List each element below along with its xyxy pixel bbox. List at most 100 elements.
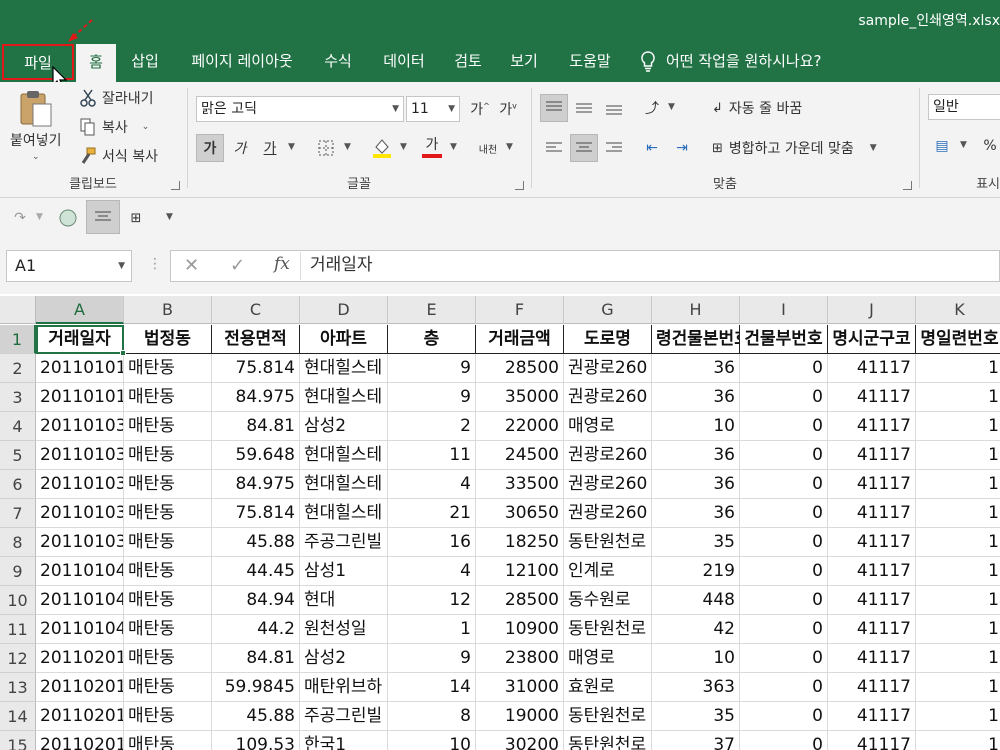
table-cell[interactable]: 0 xyxy=(740,383,828,412)
table-cell[interactable]: 주공그린빌 xyxy=(300,702,388,731)
underline-button[interactable]: 가 xyxy=(256,134,284,162)
font-launcher-icon[interactable] xyxy=(515,181,524,190)
table-cell[interactable]: 매탄동 xyxy=(124,499,212,528)
table-cell[interactable]: 현대힐스테 xyxy=(300,383,388,412)
header-cell[interactable]: 전용면적 xyxy=(212,325,300,354)
column-header-i[interactable]: I xyxy=(740,296,828,324)
table-cell[interactable]: 1 xyxy=(916,731,1000,750)
accounting-format-button[interactable]: ▤ xyxy=(928,132,956,160)
percent-button[interactable]: % xyxy=(976,132,1000,160)
table-cell[interactable]: 0 xyxy=(740,499,828,528)
merge-qat-button[interactable]: ⊞ xyxy=(122,204,150,232)
table-cell[interactable]: 0 xyxy=(740,673,828,702)
table-cell[interactable]: 36 xyxy=(652,499,740,528)
table-cell[interactable]: 12 xyxy=(388,586,476,615)
table-cell[interactable]: 한국1 xyxy=(300,731,388,750)
table-cell[interactable]: 84.975 xyxy=(212,470,300,499)
table-cell[interactable]: 0 xyxy=(740,557,828,586)
header-cell[interactable]: 명시군구코 xyxy=(828,325,916,354)
table-cell[interactable]: 0 xyxy=(740,528,828,557)
table-cell[interactable]: 41117 xyxy=(828,412,916,441)
table-cell[interactable]: 권광로260 xyxy=(564,354,652,383)
table-cell[interactable]: 8 xyxy=(388,702,476,731)
font-name-select[interactable]: 맑은 고딕 ▼ xyxy=(196,96,404,122)
paste-button[interactable]: 붙여넣기 ⌄ xyxy=(10,88,62,162)
clipboard-launcher-icon[interactable] xyxy=(171,181,180,190)
table-cell[interactable]: 36 xyxy=(652,441,740,470)
table-cell[interactable]: 20110103 xyxy=(36,528,124,557)
table-cell[interactable]: 권광로260 xyxy=(564,441,652,470)
row-header-12[interactable]: 12 xyxy=(0,644,36,673)
table-cell[interactable]: 0 xyxy=(740,586,828,615)
table-cell[interactable]: 20110103 xyxy=(36,470,124,499)
table-cell[interactable]: 36 xyxy=(652,470,740,499)
table-cell[interactable]: 41117 xyxy=(828,354,916,383)
shrink-font-button[interactable]: 가v xyxy=(494,95,522,123)
table-cell[interactable]: 20110201 xyxy=(36,644,124,673)
top-align-button[interactable] xyxy=(540,94,568,122)
table-cell[interactable]: 363 xyxy=(652,673,740,702)
table-cell[interactable]: 30200 xyxy=(476,731,564,750)
number-format-select[interactable]: 일반 xyxy=(928,94,1000,120)
header-cell[interactable]: 아파트 xyxy=(300,325,388,354)
table-cell[interactable]: 36 xyxy=(652,383,740,412)
table-cell[interactable]: 41117 xyxy=(828,615,916,644)
row-header-3[interactable]: 3 xyxy=(0,383,36,412)
orientation-button[interactable]: ⤴ xyxy=(638,94,666,122)
decrease-indent-button[interactable]: ⇤ xyxy=(638,134,666,162)
table-cell[interactable]: 84.81 xyxy=(212,412,300,441)
tab-view[interactable]: 보기 xyxy=(502,40,546,82)
table-cell[interactable]: 1 xyxy=(916,528,1000,557)
table-cell[interactable]: 매탄동 xyxy=(124,441,212,470)
table-cell[interactable]: 권광로260 xyxy=(564,470,652,499)
table-cell[interactable]: 219 xyxy=(652,557,740,586)
table-cell[interactable]: 1 xyxy=(916,383,1000,412)
column-header-h[interactable]: H xyxy=(652,296,740,324)
enter-icon[interactable]: ✓ xyxy=(230,255,245,276)
table-cell[interactable]: 10 xyxy=(388,731,476,750)
table-cell[interactable]: 매탄동 xyxy=(124,586,212,615)
table-cell[interactable]: 30650 xyxy=(476,499,564,528)
merge-center-button[interactable]: ⊞ 병합하고 가운데 맞춤 ▼ xyxy=(712,138,877,158)
fill-color-button[interactable] xyxy=(368,134,396,162)
table-cell[interactable]: 0 xyxy=(740,644,828,673)
middle-align-button[interactable] xyxy=(570,94,598,122)
align-right-button[interactable] xyxy=(600,134,628,162)
table-cell[interactable]: 20110103 xyxy=(36,441,124,470)
row-header-15[interactable]: 15 xyxy=(0,731,36,750)
column-header-j[interactable]: J xyxy=(828,296,916,324)
table-cell[interactable]: 0 xyxy=(740,731,828,750)
table-cell[interactable]: 삼성1 xyxy=(300,557,388,586)
table-cell[interactable]: 매탄동 xyxy=(124,470,212,499)
table-cell[interactable]: 1 xyxy=(916,412,1000,441)
row-header-10[interactable]: 10 xyxy=(0,586,36,615)
table-cell[interactable]: 0 xyxy=(740,470,828,499)
table-cell[interactable]: 권광로260 xyxy=(564,383,652,412)
table-cell[interactable]: 9 xyxy=(388,383,476,412)
table-cell[interactable]: 84.81 xyxy=(212,644,300,673)
font-size-select[interactable]: 11 ▼ xyxy=(406,96,460,122)
table-cell[interactable]: 35 xyxy=(652,528,740,557)
tab-review[interactable]: 검토 xyxy=(446,40,490,82)
table-cell[interactable]: 매영로 xyxy=(564,412,652,441)
table-cell[interactable]: 20110101 xyxy=(36,354,124,383)
table-cell[interactable]: 매탄동 xyxy=(124,383,212,412)
table-cell[interactable]: 41117 xyxy=(828,673,916,702)
table-cell[interactable]: 1 xyxy=(916,644,1000,673)
table-cell[interactable]: 75.814 xyxy=(212,499,300,528)
phonetic-button[interactable]: 내천 xyxy=(474,134,502,162)
table-cell[interactable]: 삼성2 xyxy=(300,644,388,673)
table-cell[interactable]: 효원로 xyxy=(564,673,652,702)
table-cell[interactable]: 9 xyxy=(388,644,476,673)
increase-indent-button[interactable]: ⇥ xyxy=(668,134,696,162)
table-cell[interactable]: 매탄위브하 xyxy=(300,673,388,702)
table-cell[interactable]: 19000 xyxy=(476,702,564,731)
table-cell[interactable]: 삼성2 xyxy=(300,412,388,441)
table-cell[interactable]: 1 xyxy=(916,354,1000,383)
table-cell[interactable]: 41117 xyxy=(828,528,916,557)
table-cell[interactable]: 14 xyxy=(388,673,476,702)
table-cell[interactable]: 44.45 xyxy=(212,557,300,586)
table-cell[interactable]: 동탄원천로 xyxy=(564,702,652,731)
alignment-launcher-icon[interactable] xyxy=(903,181,912,190)
table-cell[interactable]: 매탄동 xyxy=(124,412,212,441)
